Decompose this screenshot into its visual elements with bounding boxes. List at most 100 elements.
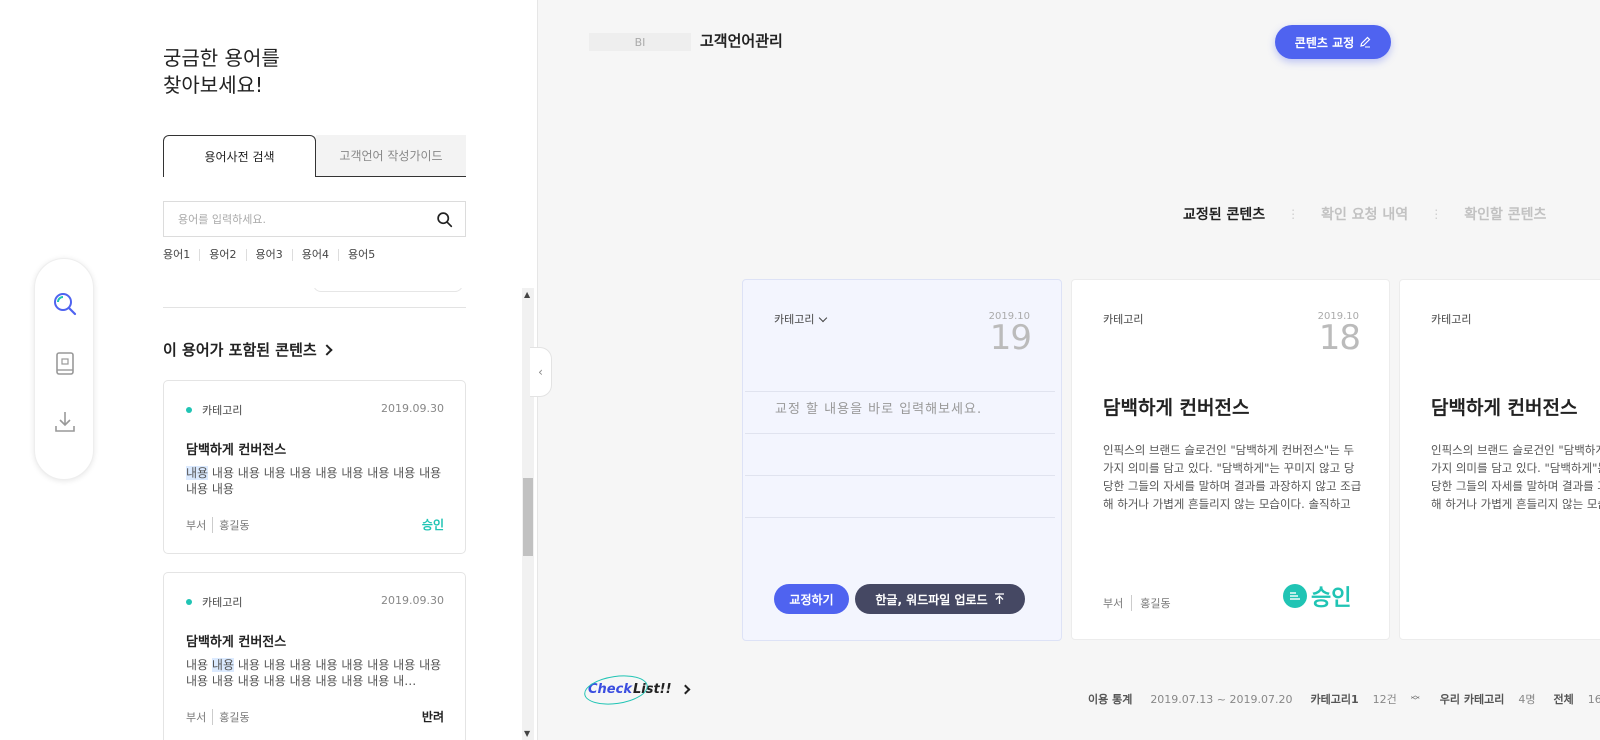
card-title: 담백하게 컨버전스 [186, 635, 287, 650]
card-meta: 부서 홍길동 [186, 709, 250, 725]
upload-icon [994, 593, 1004, 604]
sidebar-tabs: 용어사전 검색 고객언어 작성가이드 [163, 135, 466, 177]
content-preview-card[interactable]: 카테고리 담백하게 컨버전스 인픽스의 브랜드 슬로건인 "담백하게 컨버전스"… [1399, 279, 1600, 640]
editor-card: 카테고리 2019.10 19 교정 할 내용을 바로 입력해보세요. 교정하기… [742, 279, 1062, 641]
card-author: 홍길동 [219, 711, 250, 724]
tab-contents-to-check[interactable]: 확인할 콘텐츠 [1464, 204, 1546, 224]
proofread-button-label: 콘텐츠 교정 [1294, 35, 1355, 50]
scrollbar-thumb[interactable] [523, 478, 533, 556]
tab-review-requests[interactable]: 확인 요청 내역 [1321, 204, 1408, 224]
pencil-icon [1360, 36, 1371, 48]
category-label: 카테고리 [774, 313, 815, 326]
tab-writing-guide[interactable]: 고객언어 작성가이드 [316, 135, 466, 177]
card-meta: 부서 홍길동 [1103, 595, 1171, 611]
tab-term-search[interactable]: 용어사전 검색 [163, 135, 316, 177]
highlighted-term: 내용 [186, 466, 209, 480]
card-date: 2019.09.30 [381, 594, 444, 607]
card-meta: 부서 홍길동 [186, 517, 250, 533]
card-description: 인픽스의 브랜드 슬로건인 "담백하게 컨버전스"는 두가지 의미를 담고 있다… [1103, 443, 1362, 511]
term-link[interactable]: 용어4 [302, 249, 339, 261]
term-link[interactable]: 용어5 [348, 249, 384, 261]
related-contents-link[interactable]: 이 용어가 포함된 콘텐츠 [163, 339, 333, 360]
status-badge: 반려 [421, 710, 444, 724]
book-icon[interactable] [52, 351, 78, 377]
tab-separator: ⋮ [1430, 207, 1443, 221]
approved-stamp: 승인 [1283, 580, 1351, 612]
card-category: 카테고리 [202, 404, 243, 417]
chevron-right-icon [680, 684, 690, 695]
tab-separator: ⋮ [1287, 207, 1300, 221]
card-author: 홍길동 [219, 519, 250, 532]
sidebar-panel: 궁금한 용어를 찾아보세요! 용어사전 검색 고객언어 작성가이드 용어1 용어… [0, 0, 538, 740]
proofread-content-button[interactable]: 콘텐츠 교정 [1275, 25, 1391, 59]
stats-category-count: 12건 [1372, 693, 1397, 706]
chevron-right-icon [321, 343, 333, 356]
term-link[interactable]: 용어1 [163, 249, 201, 261]
card-title: 담백하게 컨버전스 [1103, 397, 1250, 419]
card-body: 내용 내용 내용 내용 내용 내용 내용 내용 내용 내용 내용 내용 내용 내… [186, 658, 442, 688]
card-description: 인픽스의 브랜드 슬로건인 "담백하게 컨버전스"는 두가지 의미를 담고 있다… [1431, 443, 1600, 511]
search-box [163, 201, 466, 237]
proofread-text-input[interactable]: 교정 할 내용을 바로 입력해보세요. [775, 398, 982, 417]
divider [163, 307, 466, 308]
checklist-link[interactable]: Check List!! [582, 671, 690, 709]
term-link[interactable]: 용어2 [209, 249, 247, 261]
divider [745, 517, 1055, 518]
stats-team-count: 4명 [1518, 693, 1536, 706]
chevron-down-icon[interactable]: ﹀ [1411, 698, 1420, 707]
divider [745, 433, 1055, 434]
category-dropdown[interactable]: 카테고리 [774, 311, 828, 327]
category-stepper[interactable]: ︿ ﹀ [1411, 692, 1420, 707]
card-dept: 부서 [186, 709, 214, 725]
status-badge: 승인 [421, 518, 444, 532]
icon-rail [34, 258, 94, 480]
collapse-sidebar-button[interactable]: ‹ [530, 347, 552, 397]
search-icon[interactable] [436, 211, 453, 228]
download-icon[interactable] [52, 409, 78, 435]
term-list: 용어1 용어2 용어3 용어4 용어5 [163, 249, 393, 261]
sidebar-heading: 궁금한 용어를 찾아보세요! [163, 46, 280, 97]
content-card[interactable]: 카테고리 2019.09.30 담백하게 컨버전스 내용 내용 내용 내용 내용… [163, 572, 466, 740]
logo: BI [589, 33, 691, 51]
chevron-down-icon [819, 313, 828, 322]
card-category: 카테고리 [1431, 313, 1472, 326]
card-body: 내용 내용 내용 내용 내용 내용 내용 내용 내용 내용 내용 내용 [186, 466, 442, 496]
card-title: 담백하게 컨버전스 [1431, 397, 1578, 419]
card-category: 카테고리 [202, 596, 243, 609]
view-tabs: 교정된 콘텐츠 ⋮ 확인 요청 내역 ⋮ 확인할 콘텐츠 [1183, 204, 1546, 224]
correct-button[interactable]: 교정하기 [774, 584, 849, 614]
content-scroll-area: 이 용어가 포함된 콘텐츠 카테고리 2019.09.30 담백하게 컨버전스 … [163, 288, 466, 740]
term-link[interactable]: 용어3 [256, 249, 293, 261]
scroll-down-icon[interactable]: ▼ [524, 729, 530, 738]
content-preview-card[interactable]: 카테고리 2019.10 18 담백하게 컨버전스 인픽스의 브랜드 슬로건인 … [1071, 279, 1390, 640]
status-dot [186, 407, 192, 413]
card-day: 19 [989, 318, 1032, 358]
upload-button-label: 한글, 워드파일 업로드 [875, 592, 988, 607]
stats-total-count: 165명 [1587, 693, 1600, 706]
chevron-left-icon: ‹ [538, 365, 543, 379]
card-day: 18 [1318, 318, 1361, 358]
cut-off-element [313, 288, 463, 292]
tab-corrected-contents[interactable]: 교정된 콘텐츠 [1183, 204, 1265, 224]
stats-period: 2019.07.13 ~ 2019.07.20 [1150, 692, 1293, 706]
scroll-up-icon[interactable]: ▲ [524, 290, 530, 299]
card-dept: 부서 [1103, 595, 1133, 611]
usage-stats: 이용 통계 2019.07.13 ~ 2019.07.20 카테고리1 12건 … [1088, 691, 1600, 707]
approve-icon [1283, 584, 1307, 608]
status-dot [186, 599, 192, 605]
divider [745, 391, 1055, 392]
upload-file-button[interactable]: 한글, 워드파일 업로드 [855, 584, 1025, 614]
stats-label: 이용 통계 [1088, 693, 1133, 706]
content-card[interactable]: 카테고리 2019.09.30 담백하게 컨버전스 내용 내용 내용 내용 내용… [163, 380, 466, 554]
search-input[interactable] [178, 202, 418, 236]
card-dept: 부서 [186, 517, 214, 533]
card-date: 2019.09.30 [381, 402, 444, 415]
divider [745, 475, 1055, 476]
stats-team-label: 우리 카테고리 [1439, 693, 1505, 706]
page-title: 고객언어관리 [700, 32, 783, 50]
highlighted-term: 내용 [211, 658, 234, 672]
checklist-ellipse-icon [582, 671, 650, 709]
card-category: 카테고리 [1103, 313, 1144, 326]
search-icon[interactable] [52, 291, 78, 317]
section-title: 이 용어가 포함된 콘텐츠 [163, 341, 317, 359]
